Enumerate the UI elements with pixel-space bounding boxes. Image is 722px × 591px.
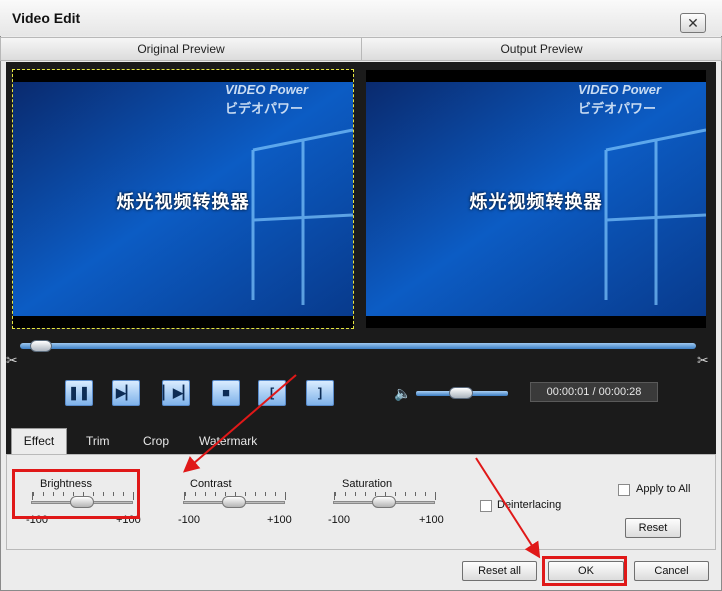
saturation-handle[interactable] — [372, 496, 396, 508]
original-preview-screen: VIDEO Power ビデオパワー 烁光视频转换器 — [12, 69, 354, 329]
deinterlacing-label: Deinterlacing — [497, 499, 562, 511]
volume-handle[interactable] — [449, 387, 473, 399]
reset-all-button[interactable]: Reset all — [462, 561, 537, 581]
close-icon: ✕ — [687, 15, 699, 31]
timecode-display: 00:00:01 / 00:00:28 — [530, 382, 658, 402]
screen-title-text: 烁光视频转换器 — [469, 192, 603, 212]
title-bar — [0, 0, 722, 36]
contrast-min: -100 — [178, 514, 201, 526]
pause-icon: ❚❚ — [68, 385, 90, 400]
close-button[interactable]: ✕ — [680, 13, 706, 33]
next-frame-button[interactable]: ▶▏ — [112, 380, 140, 406]
step-forward-icon: ▶▏ — [116, 385, 136, 400]
apply-to-all-label: Apply to All — [636, 483, 691, 495]
timeline-slider[interactable] — [20, 343, 696, 349]
set-start-button[interactable]: [ — [258, 380, 286, 406]
output-preview-header: Output Preview — [361, 37, 722, 61]
saturation-max: +100 — [419, 514, 444, 526]
contrast-max: +100 — [267, 514, 292, 526]
brand-text: VIDEO Power — [578, 82, 662, 97]
volume-icon[interactable]: 🔈 — [394, 385, 411, 402]
timeline-handle[interactable] — [30, 340, 52, 352]
pause-button[interactable]: ❚❚ — [65, 380, 93, 406]
deinterlacing-checkbox[interactable] — [480, 500, 492, 512]
tab-crop[interactable]: Crop — [143, 431, 169, 453]
saturation-label: Saturation — [342, 478, 393, 490]
brand-text-jp: ビデオパワー — [225, 101, 304, 116]
tab-trim[interactable]: Trim — [86, 431, 110, 453]
reset-button[interactable]: Reset — [625, 518, 681, 538]
brand-text-jp: ビデオパワー — [578, 101, 657, 116]
saturation-min: -100 — [328, 514, 351, 526]
set-end-button[interactable]: ] — [306, 380, 334, 406]
original-preview-header: Original Preview — [0, 37, 362, 61]
tab-effect[interactable]: Effect — [11, 428, 67, 455]
ok-highlight-box — [542, 556, 627, 586]
brand-text: VIDEO Power — [225, 82, 309, 97]
stop-button[interactable]: ■ — [212, 380, 240, 406]
cancel-button[interactable]: Cancel — [634, 561, 709, 581]
output-preview-screen: VIDEO Power ビデオパワー 烁光视频转换器 — [366, 70, 706, 328]
tab-watermark[interactable]: Watermark — [199, 431, 257, 453]
stop-icon: ■ — [222, 385, 230, 400]
play-frame-button[interactable]: ▏▶▏ — [162, 380, 193, 406]
tab-strip — [6, 424, 716, 454]
screen-title-text: 烁光视频转换器 — [116, 192, 250, 212]
window-title: Video Edit — [12, 10, 81, 26]
brightness-highlight-box — [12, 469, 140, 519]
bracket-left-icon: [ — [269, 385, 275, 400]
apply-to-all-checkbox[interactable] — [618, 484, 630, 496]
trim-end-scissor-icon[interactable]: ✂ — [697, 352, 709, 369]
contrast-handle[interactable] — [222, 496, 246, 508]
contrast-label: Contrast — [190, 478, 232, 490]
bracket-right-icon: ] — [317, 385, 323, 400]
trim-start-scissor-icon[interactable]: ✂ — [6, 352, 18, 369]
frame-icon: ▏▶▏ — [163, 385, 193, 400]
